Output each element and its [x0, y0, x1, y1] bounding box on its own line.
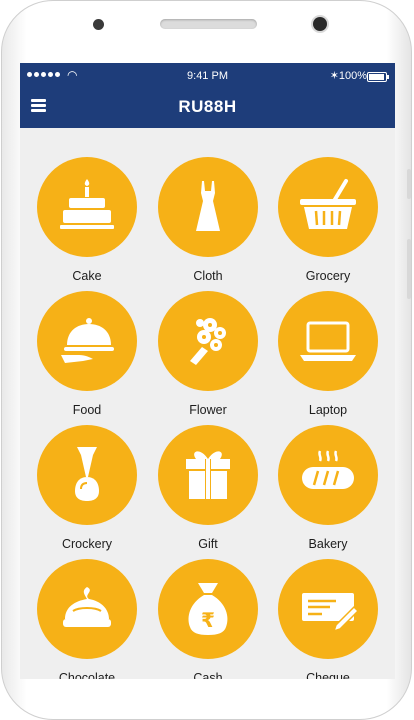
category-grocery[interactable]: Grocery [278, 157, 378, 287]
category-chocolate[interactable]: Chocolate [37, 559, 137, 679]
battery-icon [367, 72, 389, 82]
category-label: Bakery [308, 537, 348, 551]
laptop-icon [300, 321, 356, 361]
category-label: Grocery [305, 269, 351, 283]
front-sensor [93, 19, 104, 30]
flower-bouquet-icon [190, 318, 226, 365]
bluetooth-icon: ✶ [329, 70, 339, 82]
category-cheque[interactable]: Cheque [278, 559, 378, 679]
power-button [407, 169, 411, 199]
category-bakery[interactable]: Bakery [278, 425, 378, 555]
battery-percent: 100% [338, 70, 367, 82]
category-label: Flower [189, 403, 227, 417]
category-cloth[interactable]: Cloth [158, 157, 258, 287]
category-food[interactable]: Food [37, 291, 137, 421]
category-laptop[interactable]: Laptop [278, 291, 378, 421]
category-label: Laptop [308, 403, 348, 417]
category-label: Gift [198, 537, 218, 551]
food-cloche-icon [61, 318, 114, 363]
category-label: Crockery [61, 537, 112, 551]
cake-icon [60, 179, 114, 229]
gift-box-icon [186, 451, 230, 499]
vase-icon [75, 447, 99, 501]
category-label: Cheque [306, 671, 350, 679]
dress-icon [196, 181, 220, 231]
basket-icon [300, 179, 356, 229]
money-bag-icon: ₹ [188, 583, 228, 635]
earpiece-speaker [160, 19, 257, 29]
app-header: RU88H [20, 89, 395, 128]
category-flower[interactable]: Flower [158, 291, 258, 421]
category-cake[interactable]: Cake [37, 157, 137, 287]
app-screen: ◠ 9:41 PM ✶ 100% RU88H Cake Cloth Grocer… [20, 63, 395, 679]
category-label: Food [72, 403, 102, 417]
category-label: Cash [193, 671, 223, 679]
app-logo: RU88H [178, 97, 237, 116]
status-bar: ◠ 9:41 PM ✶ 100% [20, 63, 395, 89]
volume-button [407, 239, 411, 299]
category-label: Cake [72, 269, 102, 283]
front-camera [313, 17, 327, 31]
bread-icon [302, 450, 354, 489]
category-crockery[interactable]: Crockery [37, 425, 137, 555]
category-cash[interactable]: ₹ Cash [158, 559, 258, 679]
svg-text:₹: ₹ [201, 608, 215, 632]
category-label: Chocolate [58, 671, 116, 679]
cheque-icon [302, 593, 360, 633]
category-gift[interactable]: Gift [158, 425, 258, 555]
category-label: Cloth [193, 269, 223, 283]
chocolate-icon [63, 587, 111, 627]
